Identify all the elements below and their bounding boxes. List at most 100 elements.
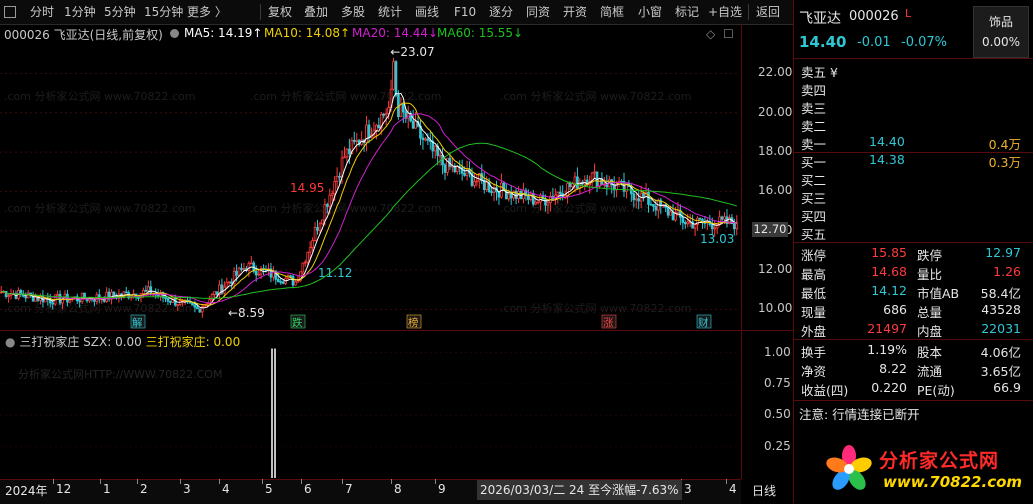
candle <box>198 308 202 313</box>
candle <box>485 181 489 190</box>
candle <box>634 198 638 201</box>
candle <box>237 267 241 276</box>
candle <box>205 303 209 306</box>
per-minute-button[interactable]: 逐分 <box>489 3 513 21</box>
annotation-start-low: ←8.59 <box>228 306 265 320</box>
order-sell-label: 卖三 <box>801 101 827 116</box>
indicator-chart[interactable] <box>0 340 740 478</box>
multi-stock-button[interactable]: 多股 <box>341 3 365 21</box>
period-selector[interactable]: 日线 <box>752 482 776 499</box>
candle <box>463 172 466 176</box>
candle <box>713 227 717 230</box>
candle <box>490 191 493 193</box>
candle <box>568 182 572 188</box>
candle <box>693 224 697 229</box>
candle <box>558 191 562 195</box>
candle <box>426 138 430 141</box>
event-marker-label: 跌 <box>292 316 303 329</box>
diamond-icon[interactable]: ◇ <box>706 27 715 41</box>
simple-frame-button[interactable]: 简框 <box>600 3 624 21</box>
back-button[interactable]: 返回 <box>756 3 780 21</box>
small-window-button[interactable]: 小窗 <box>638 3 662 21</box>
indicator-axis-tick: 0.75 <box>764 375 791 390</box>
settings-dot-icon[interactable] <box>170 29 179 38</box>
divider <box>793 58 1033 59</box>
add-watchlist-button[interactable]: +自选 <box>708 3 742 21</box>
candle <box>240 267 243 270</box>
candle <box>367 124 371 138</box>
candle <box>441 154 444 166</box>
open-capital-button[interactable]: 开资 <box>563 3 587 21</box>
candlestick-chart[interactable]: ←23.07 14.95 11.12 ←8.59 13.03 解 跌 榜 涨 财 <box>0 44 740 329</box>
candle <box>34 296 37 302</box>
candle <box>316 227 319 231</box>
stats-button[interactable]: 统计 <box>378 3 402 21</box>
candle <box>323 204 327 221</box>
event-marker-label: 解 <box>132 316 143 329</box>
candle <box>509 193 513 199</box>
ma10-label: MA10: 14.08↑ <box>264 26 351 40</box>
candle <box>507 193 511 200</box>
mark-button[interactable]: 标记 <box>675 3 699 21</box>
order-buy-label: 买四 <box>801 209 827 224</box>
order-book: 卖五 ¥ 卖四 卖三 卖二 卖一 14.40 0.4万 买一 14.38 0.3万 买二 买三 买四 买五 <box>793 60 1033 242</box>
tab-5min[interactable]: 5分钟 <box>104 3 136 21</box>
maximize-icon[interactable]: ☐ <box>723 27 734 41</box>
sector-name: 饰品 <box>988 15 1013 29</box>
time-axis-label: 4 <box>222 482 230 496</box>
f10-button[interactable]: F10 <box>454 3 476 21</box>
candle <box>338 175 341 178</box>
candle <box>642 192 645 198</box>
candle <box>51 302 55 305</box>
fund-value: 1.19% <box>867 342 907 357</box>
toolbar-divider <box>748 4 749 20</box>
candle <box>632 193 636 201</box>
order-sell-volume: 0.4万 <box>988 137 1021 152</box>
time-axis-label: 2 <box>140 482 148 496</box>
time-axis-label: 8 <box>394 482 402 496</box>
candle <box>394 61 398 96</box>
candle <box>328 194 332 207</box>
tab-15min[interactable]: 15分钟 <box>144 3 183 21</box>
tab-intraday[interactable]: 分时 <box>30 3 54 21</box>
draw-line-button[interactable]: 画线 <box>415 3 439 21</box>
candle <box>531 193 535 205</box>
toolbar-divider <box>260 4 261 20</box>
candle <box>676 210 680 214</box>
time-axis-tickmark <box>180 479 181 484</box>
event-marker-label: 涨 <box>603 317 614 329</box>
tab-1min[interactable]: 1分钟 <box>64 3 96 21</box>
stock-code: 000026 <box>849 9 899 24</box>
candle <box>235 270 238 276</box>
candle <box>24 295 28 299</box>
same-capital-button[interactable]: 同资 <box>526 3 550 21</box>
indicator-axis: 1.00 0.75 0.50 0.25 <box>744 340 792 478</box>
candle <box>720 216 724 220</box>
candle <box>671 211 675 221</box>
fund-label: 净资 <box>801 364 827 379</box>
candle <box>26 292 30 299</box>
fund-label: 收益(四) <box>801 383 849 398</box>
candle <box>683 222 687 225</box>
price-axis-tick: 18.00 <box>758 144 793 159</box>
order-sell-label: 卖四 <box>801 83 827 98</box>
candle <box>475 180 479 183</box>
candle <box>19 290 23 295</box>
tab-more[interactable]: 更多 〉 <box>187 3 227 21</box>
stat-label: 市值AB <box>917 286 960 301</box>
candle <box>652 204 655 207</box>
window-menu-icon[interactable] <box>4 6 16 18</box>
candle <box>124 291 128 294</box>
candle <box>514 190 518 199</box>
candle <box>718 216 721 225</box>
adjust-button[interactable]: 复权 <box>268 3 292 21</box>
annotation-low: 11.12 <box>318 266 352 280</box>
candle <box>318 223 322 231</box>
overlay-button[interactable]: 叠加 <box>304 3 328 21</box>
stat-value: 22031 <box>981 321 1021 336</box>
stat-label: 最高 <box>801 267 827 282</box>
candle <box>536 201 540 204</box>
event-marker-label: 财 <box>698 316 709 329</box>
sector-box[interactable]: 饰品 0.00% <box>973 6 1029 58</box>
cursor-date-info: 2026/03/03/二 24 至今涨幅-7.63% <box>477 480 682 500</box>
